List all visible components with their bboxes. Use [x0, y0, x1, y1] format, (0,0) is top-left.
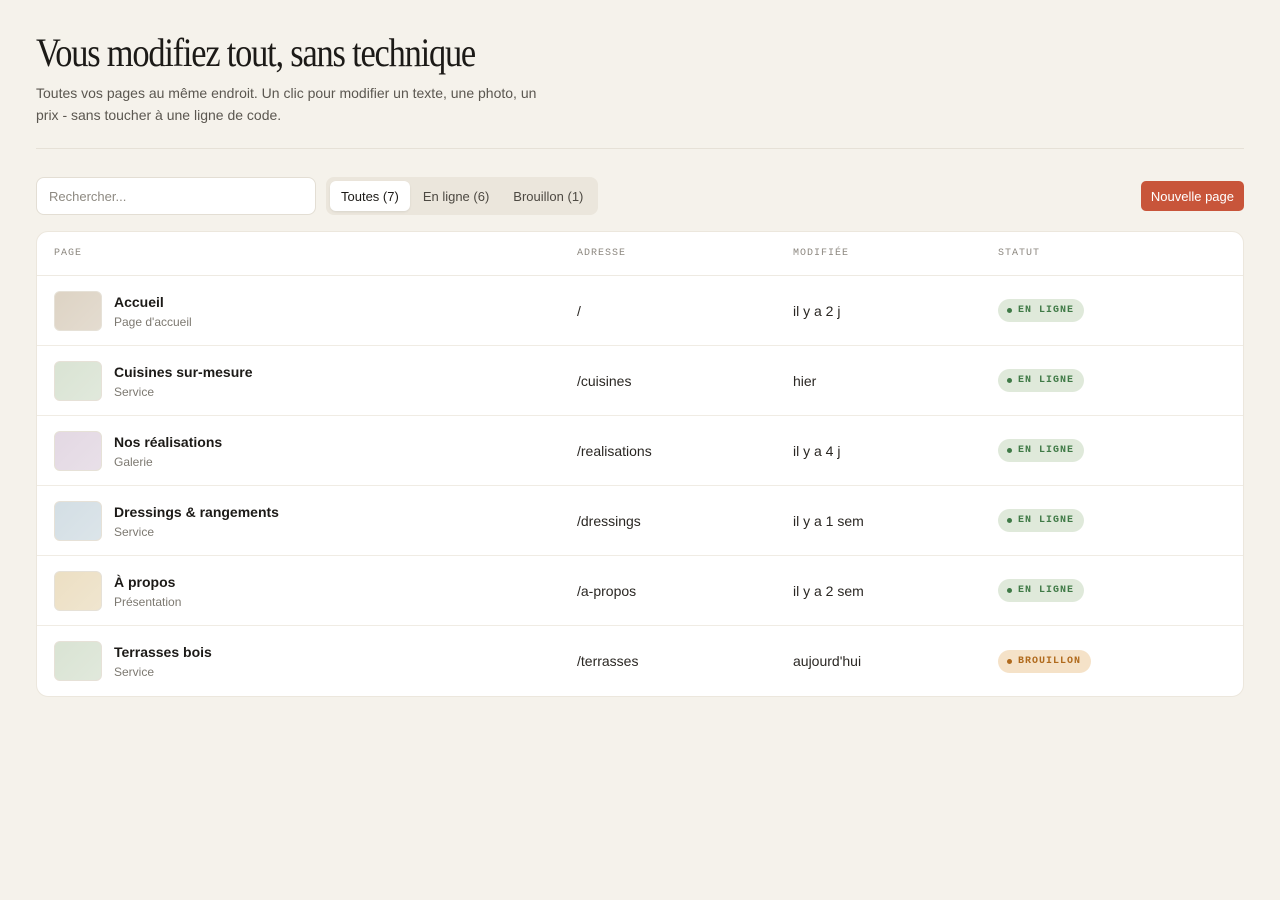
- page-type: Service: [114, 524, 155, 539]
- status-cell: EN LIGNE: [998, 509, 1243, 532]
- page-title: Vous modifiez tout, sans technique: [36, 30, 476, 75]
- status-label: EN LIGNE: [1018, 585, 1075, 596]
- page-modified: il y a 4 j: [793, 442, 841, 459]
- toolbar: Toutes (7) En ligne (6) Brouillon (1) No…: [36, 177, 1244, 215]
- page-address: /terrasses: [577, 653, 639, 669]
- page-name[interactable]: Accueil: [114, 293, 192, 311]
- status-badge: EN LIGNE: [998, 299, 1085, 322]
- page-type: Service: [114, 665, 155, 679]
- column-header-status[interactable]: STATUT: [998, 248, 1243, 259]
- page-address: /realisations: [577, 442, 652, 459]
- status-cell: EN LIGNE: [998, 299, 1243, 322]
- page-root: Vous modifiez tout, sans technique Toute…: [0, 0, 1280, 697]
- status-label: EN LIGNE: [1018, 515, 1075, 526]
- status-badge: EN LIGNE: [998, 509, 1085, 532]
- search-input[interactable]: [49, 188, 303, 204]
- status-cell: EN LIGNE: [998, 579, 1243, 602]
- filter-tab-draft[interactable]: Brouillon (1): [502, 181, 594, 211]
- page-type: Page d'accueil: [114, 314, 192, 329]
- table-row[interactable]: Dressings & rangements Service /dressing…: [37, 486, 1243, 556]
- page-name[interactable]: Nos réalisations: [114, 433, 222, 451]
- search-box[interactable]: [36, 177, 316, 215]
- page-type: Galerie: [114, 454, 153, 469]
- page-thumbnail: [54, 641, 102, 681]
- page-thumbnail: [54, 290, 102, 331]
- page-thumbnail: [54, 500, 102, 541]
- status-cell: EN LIGNE: [998, 439, 1243, 462]
- page-type: Présentation: [114, 594, 182, 609]
- page-modified: il y a 1 sem: [793, 512, 864, 529]
- page-thumbnail: [54, 430, 102, 471]
- new-page-button[interactable]: Nouvelle page: [1140, 181, 1244, 211]
- column-header-modified[interactable]: MODIFIÉE: [793, 248, 998, 259]
- status-badge: EN LIGNE: [998, 369, 1085, 392]
- page-thumbnail: [54, 360, 102, 401]
- page-text: Accueil Page d'accueil: [114, 293, 192, 329]
- status-label: EN LIGNE: [1018, 375, 1075, 386]
- page-thumbnail: [54, 570, 102, 611]
- filter-tab-online[interactable]: En ligne (6): [412, 181, 500, 211]
- filter-tab-all[interactable]: Toutes (7): [330, 181, 410, 211]
- status-dot-icon: [1007, 378, 1012, 383]
- column-header-page[interactable]: PAGE: [37, 248, 577, 259]
- page-cell: À propos Présentation: [37, 570, 577, 611]
- page-address: /: [577, 302, 581, 319]
- page-text: Nos réalisations Galerie: [114, 433, 222, 469]
- page-cell: Cuisines sur-mesure Service: [37, 360, 577, 401]
- page-text: À propos Présentation: [114, 573, 181, 609]
- status-dot-icon: [1007, 658, 1012, 664]
- page-name[interactable]: À propos: [114, 573, 181, 591]
- status-label: EN LIGNE: [1018, 445, 1075, 456]
- column-header-address[interactable]: ADRESSE: [577, 248, 793, 259]
- status-badge: EN LIGNE: [998, 439, 1085, 462]
- status-dot-icon: [1007, 588, 1012, 593]
- page-address: /a-propos: [577, 582, 637, 599]
- status-dot-icon: [1007, 448, 1012, 453]
- page-cell: Terrasses bois Service: [37, 641, 577, 681]
- status-cell: EN LIGNE: [998, 369, 1243, 392]
- page-modified: il y a 2 sem: [793, 582, 864, 599]
- status-badge: BROUILLON: [998, 649, 1092, 673]
- header-divider: [36, 148, 1244, 149]
- page-modified: il y a 2 j: [793, 302, 841, 319]
- page-cell: Nos réalisations Galerie: [37, 430, 577, 471]
- table-row[interactable]: Cuisines sur-mesure Service /cuisines hi…: [37, 346, 1243, 416]
- table-row[interactable]: À propos Présentation /a-propos il y a 2…: [37, 556, 1243, 626]
- page-name[interactable]: Cuisines sur-mesure: [114, 363, 253, 381]
- status-label: BROUILLON: [1018, 655, 1082, 667]
- status-dot-icon: [1007, 308, 1012, 313]
- page-modified: hier: [793, 372, 817, 389]
- page-cell: Accueil Page d'accueil: [37, 290, 577, 331]
- page-text: Terrasses bois Service: [114, 643, 212, 679]
- page-modified: aujourd'hui: [793, 653, 862, 669]
- table-row[interactable]: Accueil Page d'accueil / il y a 2 j EN L…: [37, 276, 1243, 346]
- status-cell: BROUILLON: [998, 649, 1243, 673]
- status-label: EN LIGNE: [1018, 305, 1075, 316]
- table-row[interactable]: Terrasses bois Service /terrasses aujour…: [37, 626, 1243, 696]
- page-address: /dressings: [577, 512, 641, 529]
- pages-table: PAGE ADRESSE MODIFIÉE STATUT Accueil Pag…: [36, 231, 1244, 697]
- page-type: Service: [114, 384, 155, 399]
- page-name[interactable]: Terrasses bois: [114, 643, 212, 661]
- page-name[interactable]: Dressings & rangements: [114, 503, 279, 521]
- status-filter-tabs: Toutes (7) En ligne (6) Brouillon (1): [326, 177, 599, 215]
- page-text: Cuisines sur-mesure Service: [114, 363, 253, 399]
- table-header: PAGE ADRESSE MODIFIÉE STATUT: [37, 232, 1243, 276]
- page-text: Dressings & rangements Service: [114, 503, 279, 539]
- page-address: /cuisines: [577, 372, 632, 389]
- page-subtitle: Toutes vos pages au même endroit. Un cli…: [36, 85, 537, 123]
- status-dot-icon: [1007, 518, 1012, 523]
- page-cell: Dressings & rangements Service: [37, 500, 577, 541]
- table-row[interactable]: Nos réalisations Galerie /realisations i…: [37, 416, 1243, 486]
- status-badge: EN LIGNE: [998, 579, 1085, 602]
